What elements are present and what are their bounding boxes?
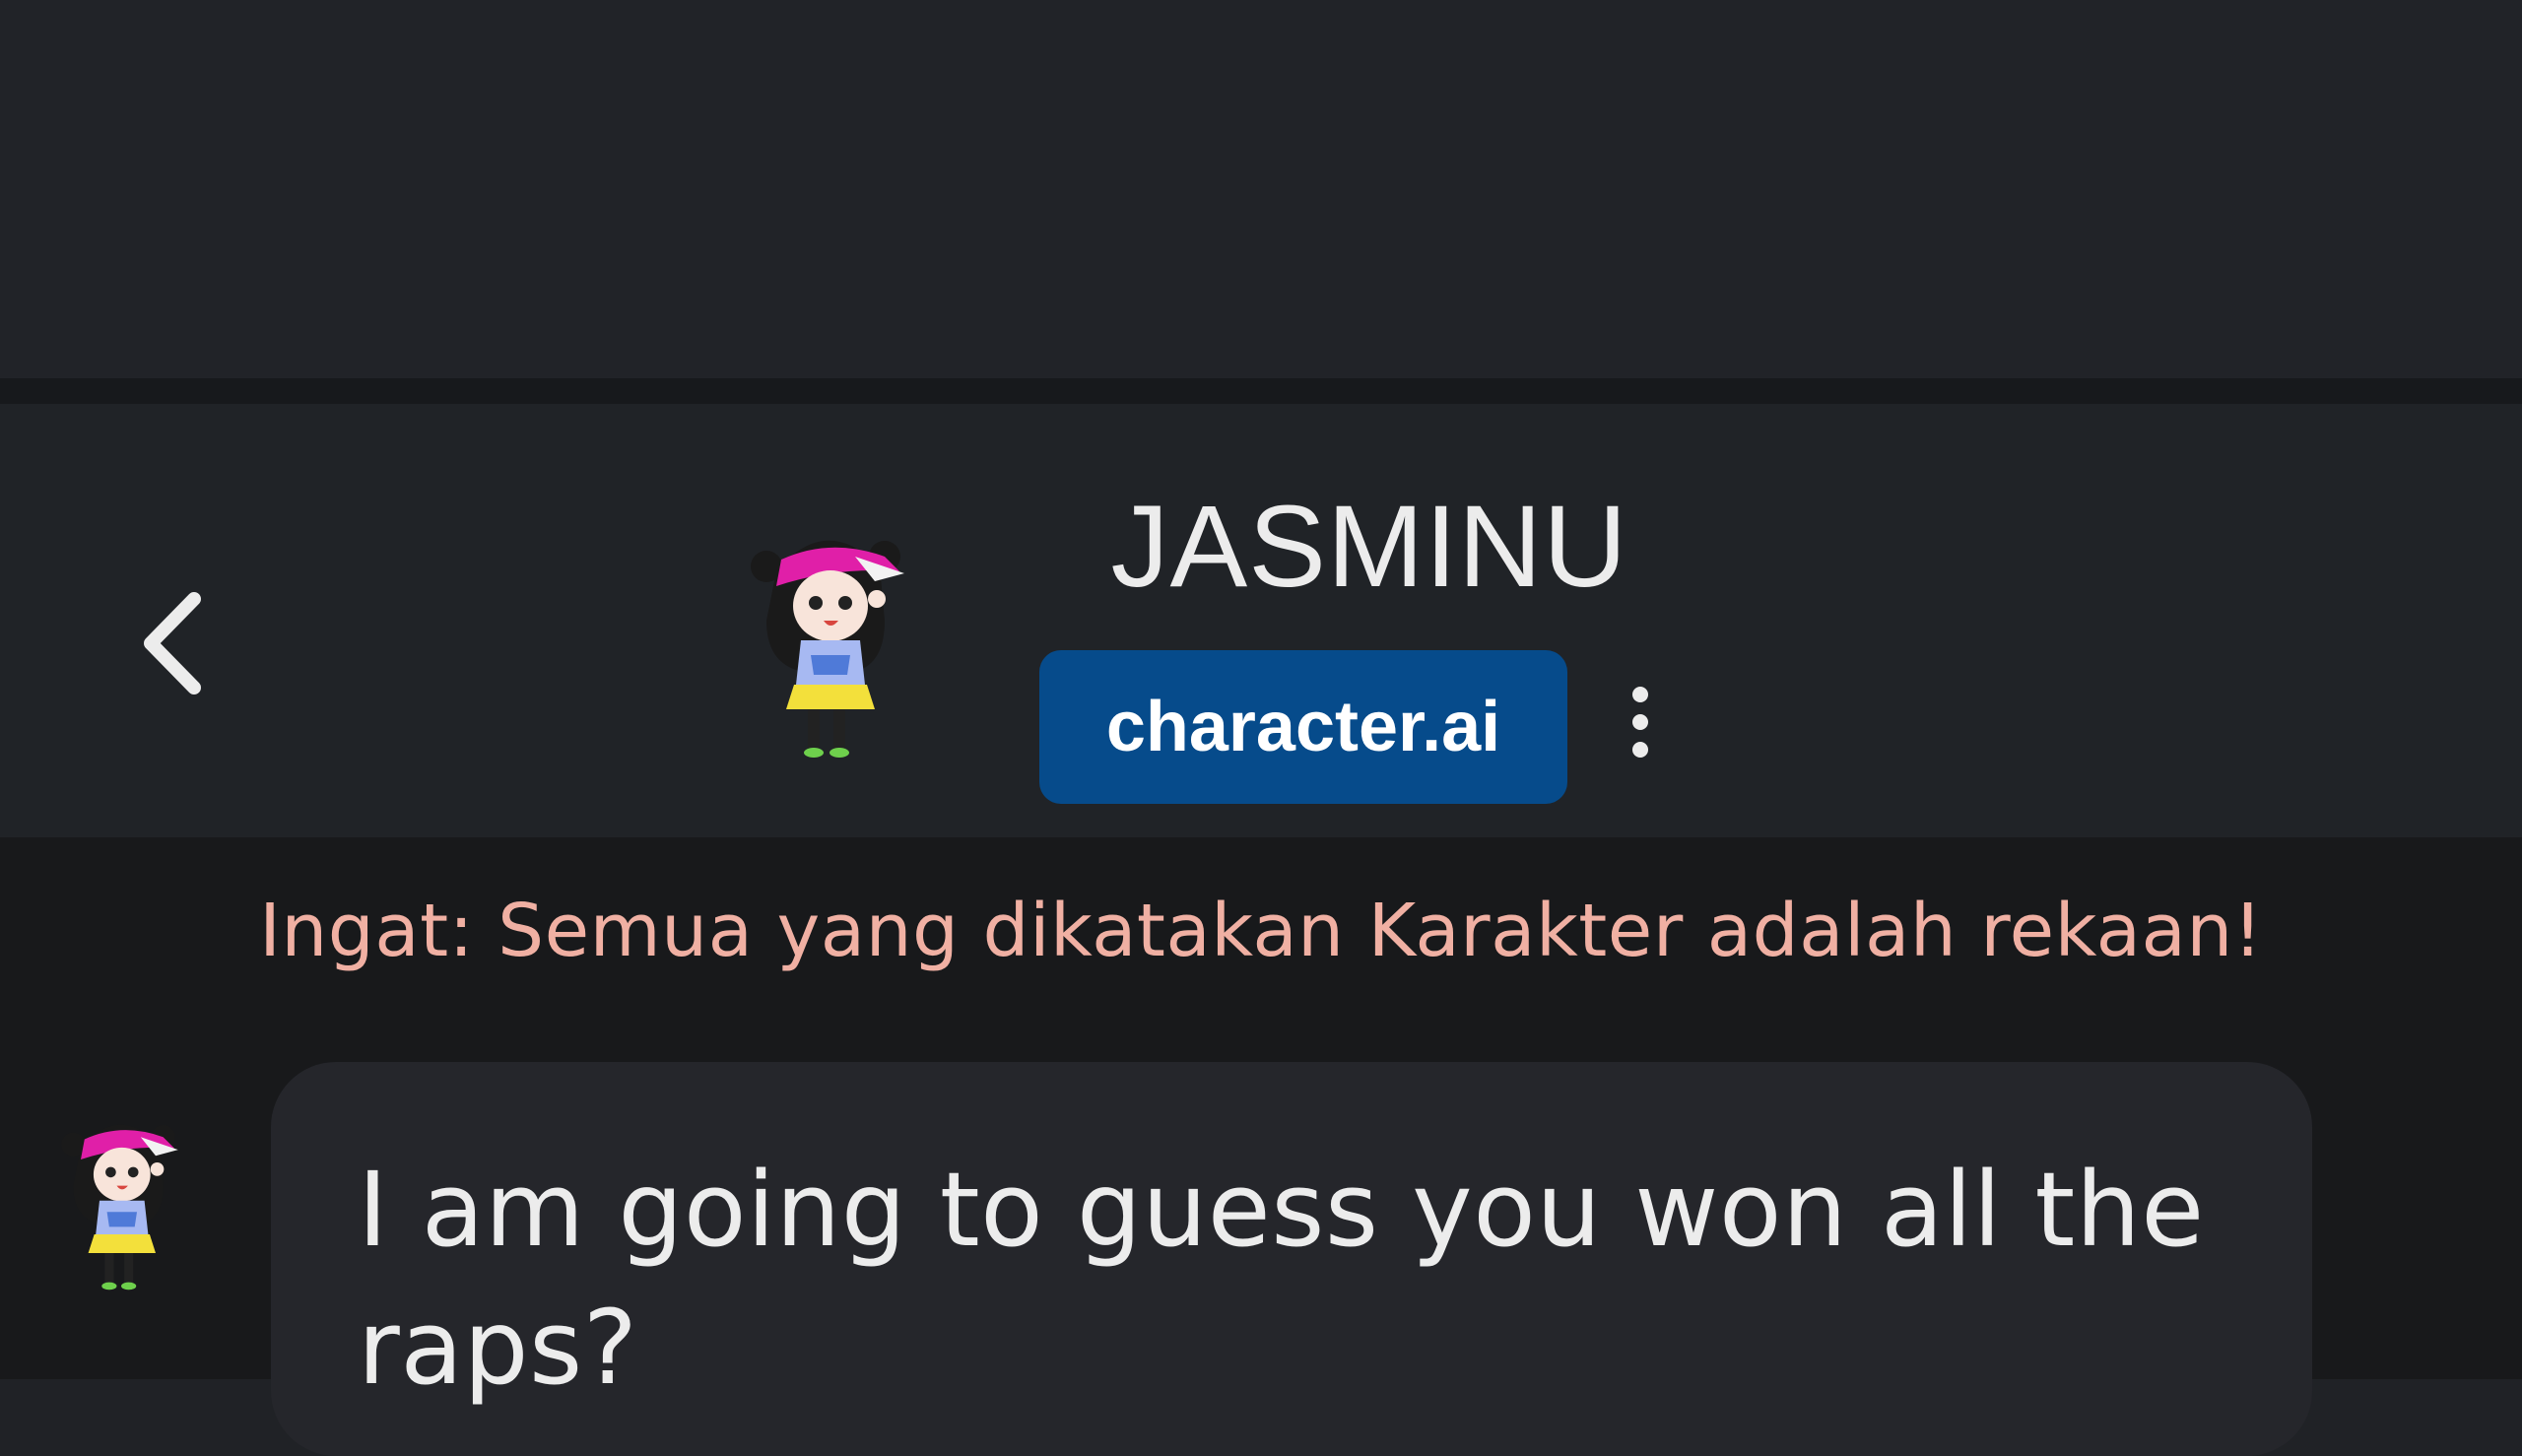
back-button[interactable] bbox=[118, 591, 227, 699]
avatar[interactable] bbox=[737, 512, 914, 759]
message-bubble[interactable]: I am going to guess you won all the raps… bbox=[271, 1062, 2312, 1456]
status-area bbox=[0, 0, 2522, 378]
character-avatar-image bbox=[751, 540, 904, 758]
character-name: JASMINU bbox=[1110, 482, 1628, 612]
message-avatar[interactable] bbox=[49, 1103, 187, 1291]
character-ai-badge[interactable]: character.ai bbox=[1039, 650, 1567, 804]
top-divider bbox=[0, 378, 2522, 404]
fiction-disclaimer: Ingat: Semua yang dikatakan Karakter ada… bbox=[0, 837, 2522, 1025]
more-options-button[interactable] bbox=[1606, 670, 1675, 778]
chevron-left-icon bbox=[133, 589, 212, 701]
vertical-dots-icon bbox=[1626, 683, 1655, 765]
character-avatar-small-image bbox=[61, 1124, 178, 1291]
message-text: I am going to guess you won all the raps… bbox=[358, 1150, 2205, 1408]
